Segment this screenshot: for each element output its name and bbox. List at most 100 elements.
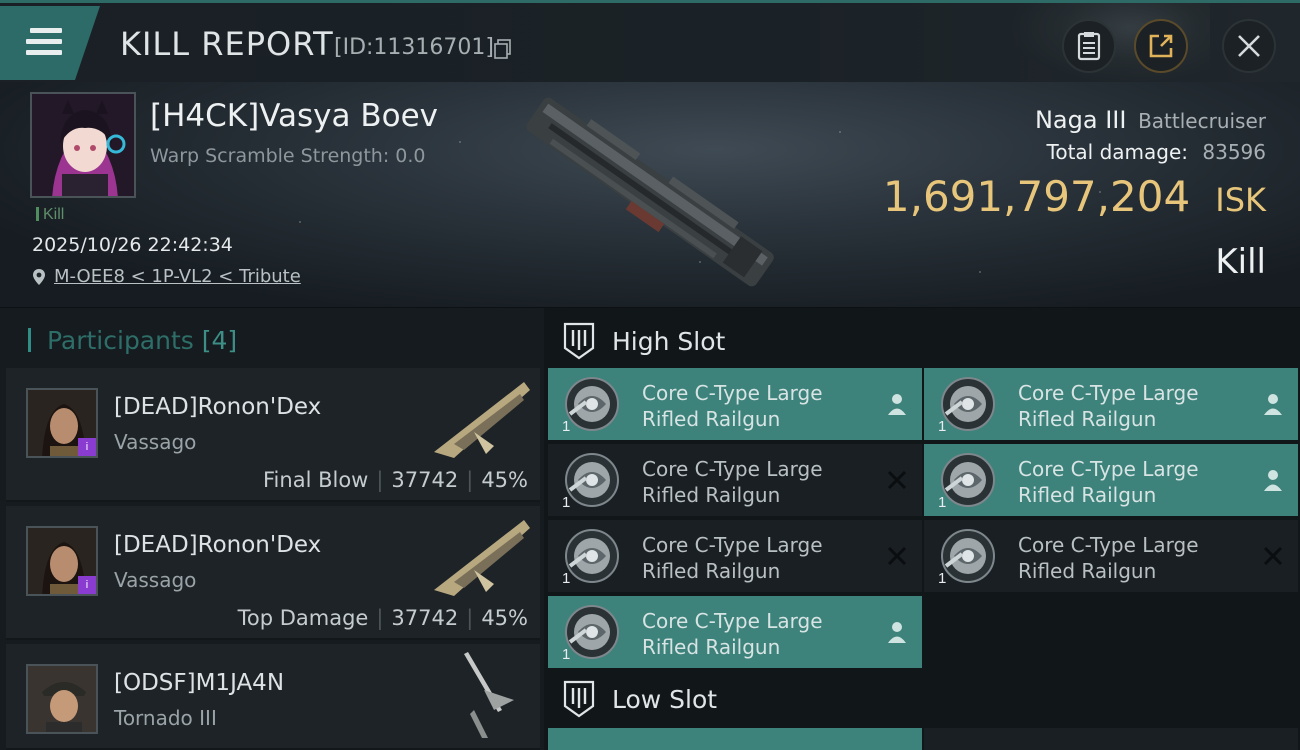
kill-summary: [H4CK]Vasya Boev Warp Scramble Strength:… — [0, 82, 1300, 307]
participants-title: Participants [4] — [28, 326, 237, 355]
high-slot-item[interactable]: 1 Core C-Type Large Rifled Railgun — [548, 520, 922, 592]
victim-avatar[interactable] — [30, 92, 136, 198]
item-name-line1: Core C-Type Large — [642, 457, 823, 481]
high-slot-item[interactable]: 1 Core C-Type Large Rifled Railgun — [924, 520, 1298, 592]
high-slot-item[interactable]: 1 Core C-Type Large Rifled Railgun — [548, 444, 922, 516]
participant-avatar[interactable] — [26, 664, 98, 734]
participant-role: Final Blow — [263, 468, 369, 492]
close-button[interactable] — [1222, 19, 1276, 73]
item-name-line1: Core C-Type Large — [1018, 381, 1199, 405]
participant-avatar[interactable]: i — [26, 388, 98, 458]
low-slot-item[interactable] — [548, 728, 922, 750]
dropped-person-icon — [886, 620, 908, 644]
participant-ship: Vassago — [114, 568, 197, 592]
isk-unit: ISK — [1215, 181, 1266, 219]
item-name: Core C-Type Large Rifled Railgun — [642, 380, 823, 432]
isk-value: 1,691,797,204 ISK — [883, 172, 1266, 221]
item-name-line1: Core C-Type Large — [642, 533, 823, 557]
high-slot-header: High Slot — [562, 318, 1262, 364]
warp-scramble-strength: Warp Scramble Strength: 0.0 — [150, 145, 426, 167]
item-name-line2: Rifled Railgun — [1018, 559, 1157, 583]
menu-icon — [26, 28, 62, 58]
item-name: Core C-Type Large Rifled Railgun — [642, 608, 823, 660]
location-link[interactable]: M-OEE8 < 1P-VL2 < Tribute — [54, 266, 301, 287]
participant-stats: Final Blow | 37742 | 45% — [263, 468, 528, 492]
isk-number: 1,691,797,204 — [882, 172, 1191, 221]
high-slot-icon — [563, 322, 595, 360]
participant-ship-image — [464, 652, 514, 738]
item-name: Core C-Type Large Rifled Railgun — [1018, 532, 1199, 584]
participant-percent: 45% — [481, 468, 528, 492]
low-slot-item[interactable] — [924, 728, 1298, 750]
participants-count: [4] — [201, 326, 238, 355]
high-slot-item[interactable]: 1 Core C-Type Large Rifled Railgun — [924, 368, 1298, 440]
item-name-line2: Rifled Railgun — [642, 407, 781, 431]
participant-stats: Top Damage | 37742 | 45% — [237, 606, 528, 630]
participant-name[interactable]: [DEAD]Ronon'Dex — [114, 394, 321, 420]
participants-label: Participants — [46, 326, 194, 355]
item-quantity: 1 — [562, 494, 571, 511]
participant-name[interactable]: [DEAD]Ronon'Dex — [114, 532, 321, 558]
high-slot-item[interactable]: 1 Core C-Type Large Rifled Railgun — [924, 444, 1298, 516]
victim-name[interactable]: [H4CK]Vasya Boev — [150, 98, 438, 134]
participant-badge-icon: i — [78, 576, 96, 594]
destroyed-x-icon — [1262, 544, 1284, 568]
item-name-line1: Core C-Type Large — [642, 381, 823, 405]
participants-panel: Participants [4] i [DEAD]Ronon'Dex Vassa… — [0, 308, 544, 750]
participant-row[interactable]: i [DEAD]Ronon'Dex Vassago Top Damage | 377… — [6, 506, 540, 640]
low-slot-label: Low Slot — [612, 684, 718, 714]
participant-row[interactable]: i [DEAD]Ronon'Dex Vassago Final Blow | 377… — [6, 368, 540, 502]
copy-icon[interactable] — [494, 39, 512, 59]
kill-result: Kill — [1215, 242, 1266, 282]
high-slot-label: High Slot — [612, 326, 726, 356]
dropped-person-icon — [1262, 468, 1284, 492]
item-quantity: 1 — [562, 418, 571, 435]
participant-role: Top Damage — [237, 606, 369, 630]
ship-name: Naga III — [1034, 106, 1127, 134]
close-icon — [1238, 35, 1260, 57]
item-name-line1: Core C-Type Large — [1018, 533, 1199, 557]
destroyed-x-icon — [886, 468, 908, 492]
kill-tag: Kill — [36, 206, 64, 224]
participant-avatar[interactable]: i — [26, 526, 98, 596]
item-name: Core C-Type Large Rifled Railgun — [642, 456, 823, 508]
damage-label: Total damage: — [1046, 140, 1189, 164]
participant-ship-image — [434, 382, 530, 458]
kill-datetime: 2025/10/26 22:42:34 — [32, 234, 233, 256]
victim-ship-image — [526, 97, 774, 287]
kill-location[interactable]: M-OEE8 < 1P-VL2 < Tribute — [32, 266, 301, 287]
header-bar: KILL REPORT [ID:11316701] — [0, 0, 1300, 85]
item-name: Core C-Type Large Rifled Railgun — [1018, 456, 1199, 508]
item-name-line2: Rifled Railgun — [642, 635, 781, 659]
item-name-line2: Rifled Railgun — [642, 483, 781, 507]
ship-class: Battlecruiser — [1138, 109, 1266, 133]
high-slot-item[interactable]: 1 Core C-Type Large Rifled Railgun — [548, 596, 922, 668]
share-button[interactable] — [1134, 19, 1188, 73]
menu-button[interactable] — [0, 6, 100, 80]
item-name-line1: Core C-Type Large — [642, 609, 823, 633]
victim-ship: Naga III Battlecruiser — [1035, 106, 1266, 134]
participant-damage: 37742 — [391, 468, 459, 492]
damage-value: 83596 — [1202, 140, 1266, 164]
low-slot-icon — [563, 680, 595, 718]
item-name-line2: Rifled Railgun — [642, 559, 781, 583]
participant-badge-icon: i — [78, 438, 96, 456]
participant-row[interactable]: [ODSF]M1JA4N Tornado III — [6, 644, 540, 750]
dropped-person-icon — [1262, 392, 1284, 416]
participant-ship-image — [434, 520, 530, 596]
destroyed-x-icon — [886, 544, 908, 568]
clipboard-button[interactable] — [1062, 19, 1116, 73]
participant-ship: Vassago — [114, 430, 197, 454]
total-damage: Total damage: 83596 — [1047, 140, 1266, 164]
item-name: Core C-Type Large Rifled Railgun — [1018, 380, 1199, 432]
participant-percent: 45% — [481, 606, 528, 630]
item-quantity: 1 — [562, 570, 571, 587]
report-id: [ID:11316701] — [334, 35, 494, 60]
item-quantity: 1 — [562, 646, 571, 663]
high-slot-item[interactable]: 1 Core C-Type Large Rifled Railgun — [548, 368, 922, 440]
page-title: KILL REPORT — [120, 25, 334, 63]
share-icon — [1149, 34, 1173, 58]
slots-panel: High Slot 1 Core C-Type Large Rifled Railg… — [544, 308, 1300, 750]
participant-ship: Tornado III — [114, 706, 217, 730]
participant-name[interactable]: [ODSF]M1JA4N — [114, 670, 284, 696]
